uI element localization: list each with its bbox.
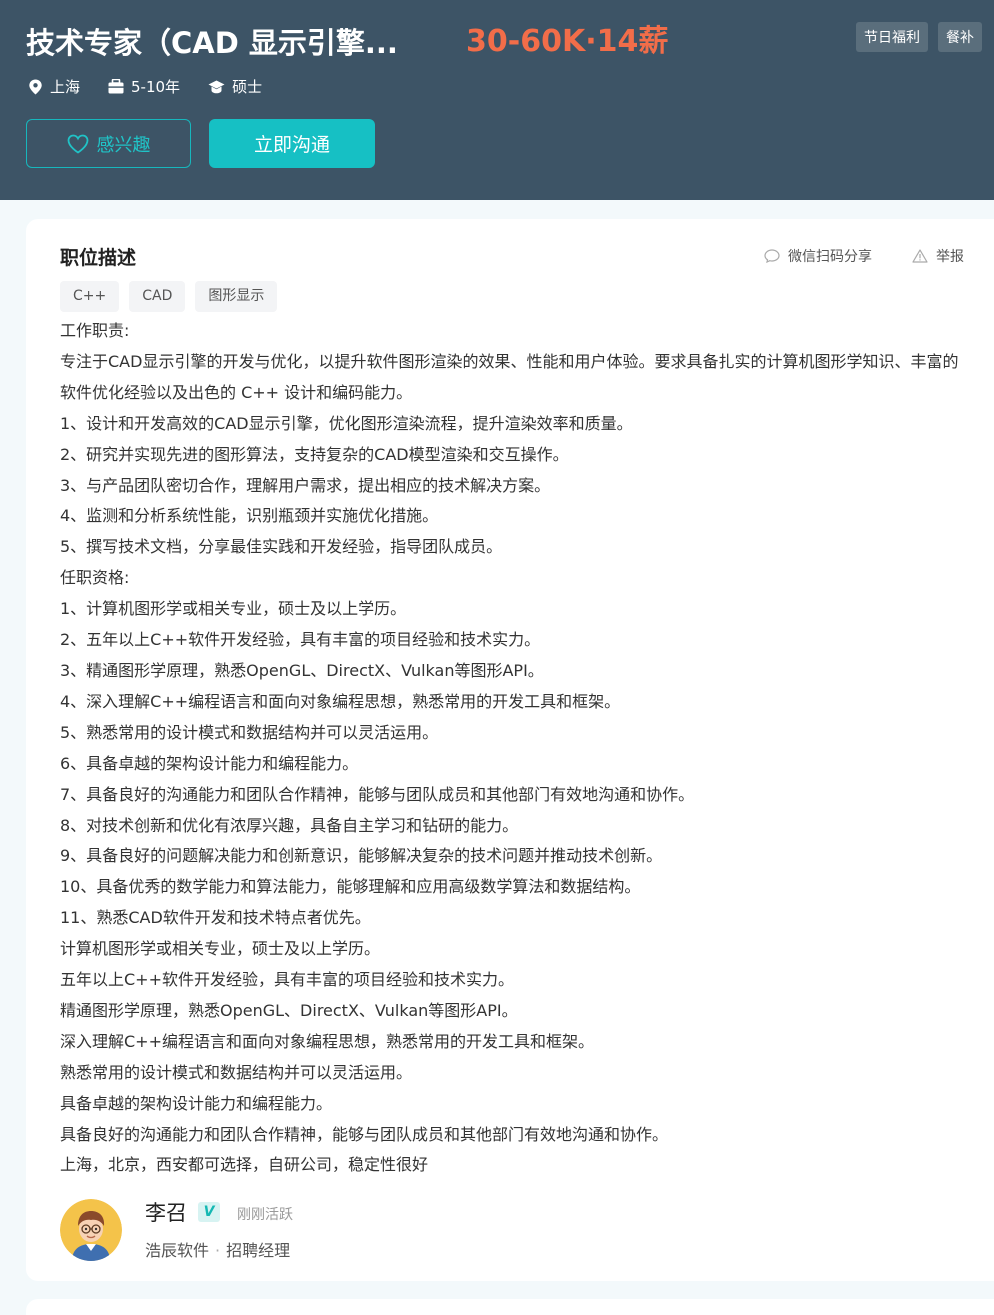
- degree: 硕士: [208, 76, 262, 97]
- description-line: 3、与产品团队密切合作，理解用户需求，提出相应的技术解决方案。: [60, 475, 551, 495]
- recruiter-name: 李召: [145, 1201, 187, 1225]
- chat-now-button[interactable]: 立即沟通: [209, 119, 375, 168]
- description-line: 8、对技术创新和优化有浓厚兴趣，具备自主学习和钻研的能力。: [60, 815, 519, 835]
- description-line: 2、五年以上C++软件开发经验，具有丰富的项目经验和技术实力。: [60, 630, 541, 650]
- job-meta: 上海 5-10年 硕士: [28, 76, 290, 97]
- share-label: 微信扫码分享: [788, 249, 872, 265]
- skill-tag: CAD: [129, 281, 186, 312]
- skill-tag: C++: [60, 281, 120, 312]
- recruiter-company: 浩辰软件: [145, 1241, 210, 1260]
- skill-tags: C++ CAD 图形显示: [60, 281, 278, 312]
- description-line: 9、具备良好的问题解决能力和创新意识，能够解决复杂的技术问题并推动技术创新。: [60, 846, 663, 866]
- description-line: 具备良好的沟通能力和团队合作精神，能够与团队成员和其他部门有效地沟通和协作。: [60, 1124, 669, 1144]
- heart-icon: [67, 134, 88, 154]
- description-line: 五年以上C++软件开发经验，具有丰富的项目经验和技术实力。: [60, 970, 514, 990]
- description-line: 1、设计和开发高效的CAD显示引擎，优化图形渲染流程，提升渲染效率和质量。: [60, 413, 633, 433]
- location: 上海: [28, 76, 80, 97]
- warning-icon: [912, 249, 928, 263]
- description-line: 7、具备良好的沟通能力和团队合作精神，能够与团队成员和其他部门有效地沟通和协作。: [60, 784, 695, 804]
- description-line: 10、具备优秀的数学能力和算法能力，能够理解和应用高级数学算法和数据结构。: [60, 877, 641, 897]
- separator-dot: ·: [215, 1241, 221, 1260]
- interest-button-label: 感兴趣: [96, 134, 151, 156]
- description-line: 6、具备卓越的架构设计能力和编程能力。: [60, 753, 359, 773]
- active-status: 刚刚活跃: [237, 1207, 293, 1223]
- description-line: 3、精通图形学原理，熟悉OpenGL、DirectX、Vulkan等图形API。: [60, 660, 544, 680]
- recruiter-role: 招聘经理: [226, 1241, 291, 1260]
- description-line: 深入理解C++编程语言和面向对象编程思想，熟悉常用的开发工具和框架。: [60, 1031, 594, 1051]
- benefit-tags: 节日福利 餐补: [856, 22, 982, 52]
- description-line: 4、深入理解C++编程语言和面向对象编程思想，熟悉常用的开发工具和框架。: [60, 691, 621, 711]
- experience: 5-10年: [108, 76, 180, 97]
- location-pin-icon: [29, 79, 42, 94]
- job-header: 技术专家（CAD 显示引擎... 30-60K·14薪 节日福利 餐补 上海 5…: [0, 0, 994, 200]
- chat-bubble-icon: [764, 249, 780, 263]
- description-line: 2、研究并实现先进的图形算法，支持复杂的CAD模型渲染和交互操作。: [60, 444, 569, 464]
- avatar[interactable]: [60, 1199, 122, 1261]
- recruiter-company-role: 浩辰软件 · 招聘经理: [145, 1237, 290, 1261]
- description-line: 4、监测和分析系统性能，识别瓶颈并实施优化措施。: [60, 506, 439, 526]
- description-line: 工作职责:: [60, 321, 130, 340]
- job-title: 技术专家（CAD 显示引擎...: [26, 26, 398, 60]
- skill-tag: 图形显示: [195, 281, 278, 312]
- description-line: 11、熟悉CAD软件开发和技术特点者优先。: [60, 908, 371, 928]
- chat-now-button-label: 立即沟通: [253, 134, 330, 156]
- description-line: 专注于CAD显示引擎的开发与优化，以提升软件图形渲染的效果、性能和用户体验。要求…: [60, 351, 959, 402]
- report-button[interactable]: 举报: [912, 246, 964, 266]
- section-title: 职位描述: [60, 247, 137, 269]
- degree-text: 硕士: [232, 78, 263, 96]
- salary: 30-60K·14薪: [466, 24, 669, 59]
- job-description-text: 工作职责: 专注于CAD显示引擎的开发与优化，以提升软件图形渲染的效果、性能和用…: [60, 316, 960, 1181]
- experience-text: 5-10年: [131, 78, 181, 96]
- description-line: 上海，北京，西安都可选择，自研公司，稳定性很好: [60, 1155, 429, 1175]
- wechat-share-button[interactable]: 微信扫码分享: [764, 246, 872, 266]
- description-line: 熟悉常用的设计模式和数据结构并可以灵活运用。: [60, 1062, 413, 1082]
- description-line: 1、计算机图形学或相关专业，硕士及以上学历。: [60, 599, 407, 619]
- description-line: 计算机图形学或相关专业，硕士及以上学历。: [60, 939, 381, 959]
- benefit-tag: 餐补: [938, 22, 982, 52]
- location-text: 上海: [50, 78, 81, 96]
- benefit-tag: 节日福利: [856, 22, 928, 52]
- interest-button[interactable]: 感兴趣: [26, 119, 191, 168]
- graduation-cap-icon: [208, 80, 225, 93]
- recruiter-avatar-illustration: [60, 1199, 122, 1261]
- description-line: 5、熟悉常用的设计模式和数据结构并可以灵活运用。: [60, 722, 439, 742]
- verified-badge-icon: V: [198, 1202, 220, 1222]
- briefcase-icon: [108, 79, 124, 94]
- recruiter-info: 李召 V 刚刚活跃 浩辰软件 · 招聘经理: [60, 1197, 660, 1261]
- description-line: 任职资格:: [60, 568, 130, 588]
- report-label: 举报: [936, 249, 964, 265]
- job-description-card: 职位描述 微信扫码分享 举报 C++ CAD 图形显示 工作职责: 专注于CAD…: [26, 219, 994, 1281]
- description-line: 5、撰写技术文档，分享最佳实践和开发经验，指导团队成员。: [60, 537, 503, 557]
- description-line: 具备卓越的架构设计能力和编程能力。: [60, 1093, 333, 1113]
- description-line: 精通图形学原理，熟悉OpenGL、DirectX、Vulkan等图形API。: [60, 1000, 518, 1020]
- next-card: [26, 1299, 994, 1315]
